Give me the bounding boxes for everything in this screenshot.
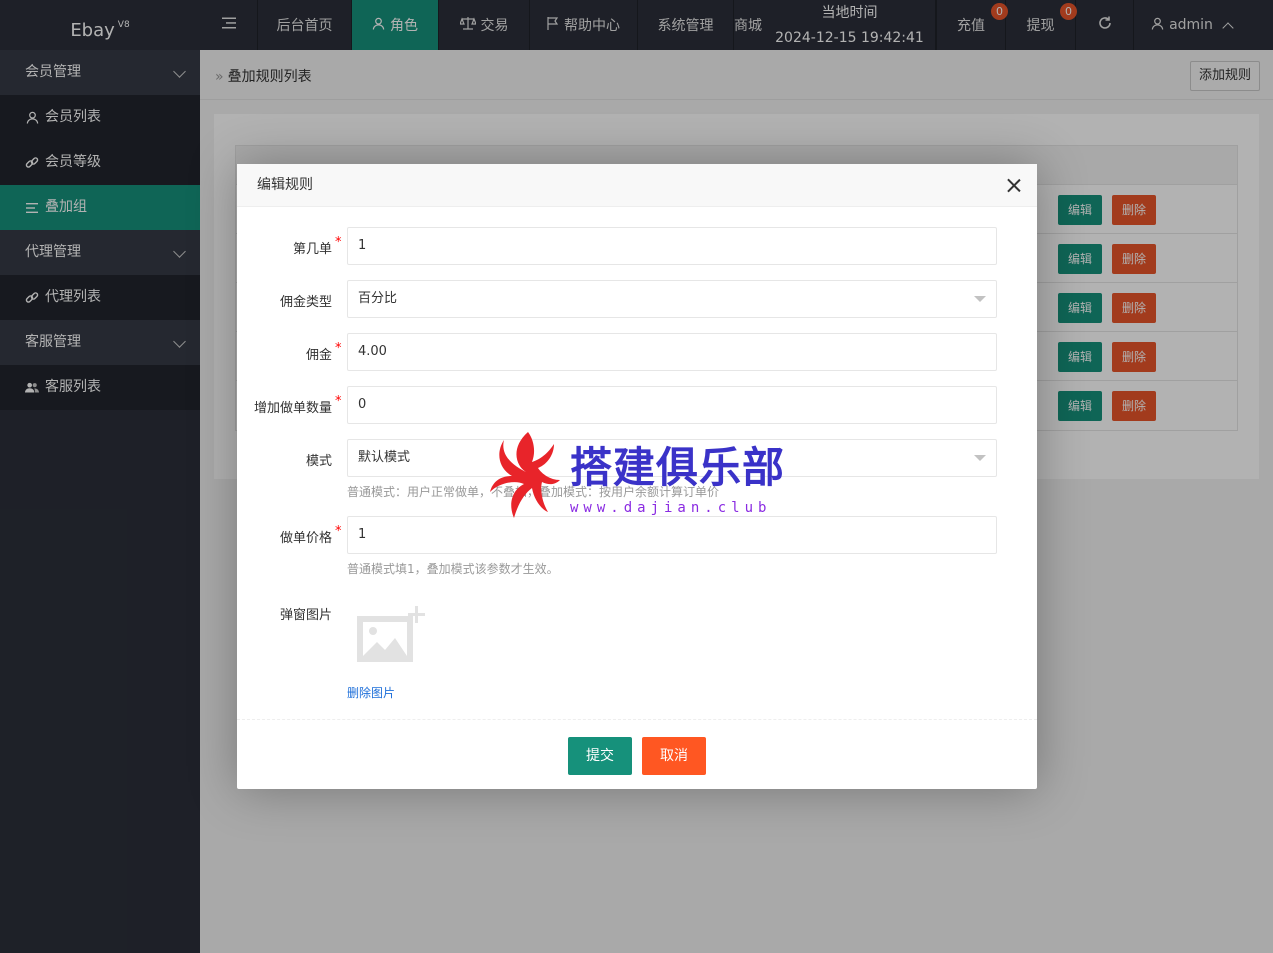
field-label: 弹窗图片 [279,608,332,623]
extra-orders-input[interactable]: 0 [347,386,997,424]
delete-image-link[interactable]: 删除图片 [347,684,395,701]
swirl-logo-icon [490,432,560,518]
required-mark: * [335,341,342,356]
submit-button[interactable]: 提交 [568,737,632,775]
price-hint: 普通模式填1，叠加模式该参数才生效。 [347,562,559,576]
field-label: 佣金 [305,348,332,363]
field-label: 增加做单数量 [253,401,332,416]
watermark-logo: 搭建俱乐部 www.dajian.club [490,428,790,523]
watermark-url: www.dajian.club [570,500,772,516]
modal-title: 编辑规则 [257,177,313,193]
field-label: 佣金类型 [279,295,332,310]
required-mark: * [335,235,342,250]
image-upload-icon[interactable] [355,604,427,666]
required-mark: * [335,524,342,539]
close-icon[interactable] [1006,178,1021,193]
field-label: 模式 [305,454,332,469]
field-label: 做单价格 [279,531,332,546]
commission-input[interactable]: 4.00 [347,333,997,371]
modal-header: 编辑规则 [237,164,1037,207]
order-no-input[interactable]: 1 [347,227,997,265]
field-label: 第几单 [292,242,332,257]
modal-footer: 提交 取消 [237,719,1037,789]
required-mark: * [335,394,342,409]
watermark-text: 搭建俱乐部 [570,443,786,492]
cancel-button[interactable]: 取消 [642,737,706,775]
commission-type-select[interactable]: 百分比 [347,280,997,318]
